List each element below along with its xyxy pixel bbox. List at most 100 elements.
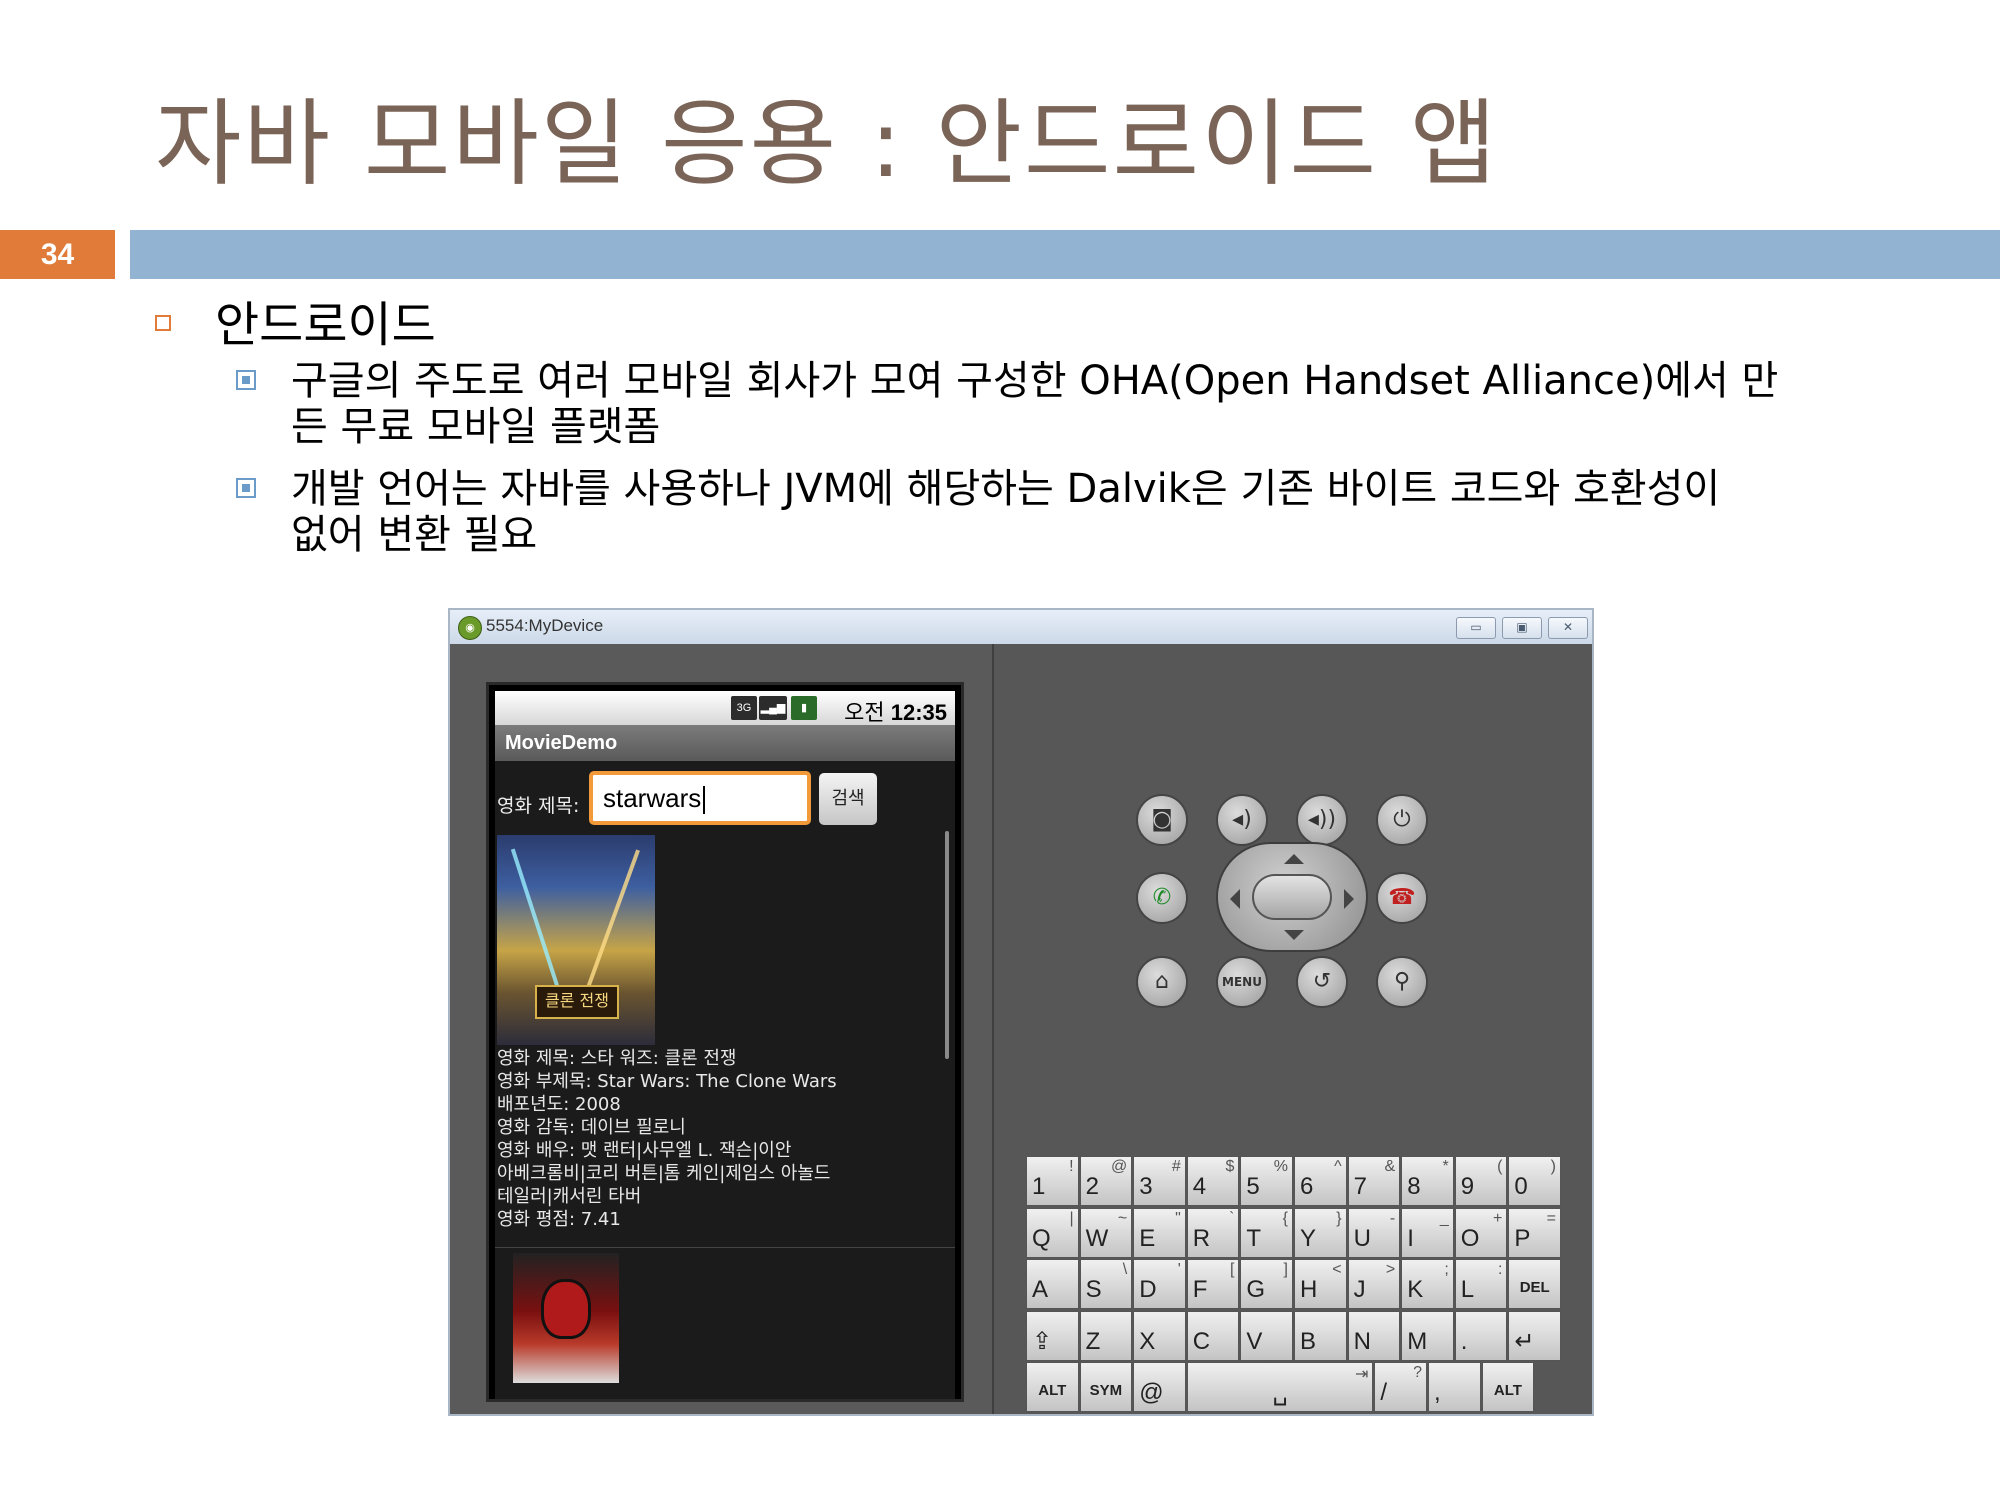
key-sublabel: { — [1282, 1209, 1288, 1227]
search-icon[interactable]: ⚲ — [1376, 956, 1428, 1008]
key-row3-9[interactable]: DEL — [1508, 1259, 1561, 1309]
key-row2-4[interactable]: T{ — [1240, 1207, 1293, 1258]
back-icon[interactable]: ↺ — [1296, 956, 1348, 1008]
end-call-icon[interactable]: ☎ — [1376, 872, 1428, 924]
key-row1-1[interactable]: 2 @ — [1079, 1156, 1133, 1206]
key-sublabel: [ — [1229, 1261, 1235, 1278]
key-row2-7[interactable]: I _ — [1401, 1207, 1454, 1258]
key-label: Q — [1032, 1224, 1051, 1252]
key-label: 3 — [1139, 1173, 1153, 1200]
slide-number: 34 — [0, 230, 115, 279]
title-divider-bar — [130, 230, 2000, 279]
key-row1-0[interactable]: 1! — [1026, 1156, 1079, 1206]
key-row3-8[interactable]: L: — [1454, 1259, 1508, 1309]
key-sublabel: ; — [1444, 1261, 1449, 1278]
key-row1-4[interactable]: 5% — [1240, 1156, 1293, 1206]
key-row3-6[interactable]: J > — [1347, 1259, 1401, 1309]
key-row2-6[interactable]: U- — [1347, 1207, 1401, 1258]
key-row3-3[interactable]: F[ — [1186, 1259, 1240, 1309]
list-divider — [495, 1247, 955, 1248]
volume-down-icon[interactable]: ◂) — [1216, 794, 1268, 846]
device-screen-panel: 3G ▂▄▆ ▮ 오전 12:35 MovieDemo 영화 제목: starw… — [450, 644, 992, 1414]
key-row4-8[interactable]: . — [1454, 1310, 1508, 1361]
key-row2-8[interactable]: O + — [1454, 1207, 1508, 1258]
key-row1-6[interactable]: 7 & — [1347, 1156, 1401, 1206]
dpad-center-button[interactable] — [1252, 874, 1332, 920]
movie-info-line: 영화 감독: 데이브 필로니 — [497, 1117, 686, 1138]
key-row1-8[interactable]: 9( — [1454, 1156, 1508, 1206]
menu-button[interactable]: MENU — [1216, 956, 1268, 1008]
square-bullet-icon — [236, 370, 256, 390]
volume-up-icon[interactable]: ◂)) — [1296, 794, 1348, 846]
key-row4-0[interactable]: ⇪ — [1026, 1310, 1079, 1361]
key-label: F — [1192, 1276, 1208, 1303]
key-row3-5[interactable]: H < — [1294, 1259, 1347, 1309]
movie-poster-image[interactable]: 클론 전쟁 — [497, 835, 655, 1045]
key-row1-7[interactable]: 8 * — [1401, 1156, 1454, 1206]
key-row1-2[interactable]: 3 # — [1133, 1156, 1186, 1206]
key-row4-9[interactable]: ↵ — [1508, 1310, 1561, 1361]
key-row2-0[interactable]: Q | — [1026, 1207, 1079, 1258]
movie-poster-image[interactable] — [513, 1253, 619, 1383]
key-row2-2[interactable]: E " — [1133, 1207, 1186, 1258]
key-row2-3[interactable]: R ` — [1186, 1207, 1240, 1258]
key-label: I — [1407, 1224, 1414, 1252]
key-label: H — [1300, 1276, 1318, 1303]
key-label: 6 — [1300, 1173, 1314, 1200]
key-row5-4[interactable]: /? — [1374, 1362, 1427, 1412]
close-button[interactable]: ✕ — [1548, 617, 1588, 639]
key-sublabel: | — [1069, 1209, 1074, 1227]
home-icon[interactable]: ⌂ — [1136, 956, 1188, 1008]
key-row3-1[interactable]: S \ — [1079, 1259, 1133, 1309]
dpad[interactable] — [1216, 842, 1368, 952]
key-row3-2[interactable]: D ' — [1133, 1259, 1186, 1309]
camera-icon[interactable]: ◙ — [1136, 794, 1188, 846]
key-row1-3[interactable]: 4 $ — [1186, 1156, 1240, 1206]
key-row1-9[interactable]: 0) — [1508, 1156, 1561, 1206]
key-label: ALT — [1038, 1382, 1067, 1399]
key-row2-1[interactable]: W ~ — [1079, 1207, 1133, 1258]
minimize-button[interactable]: ▭ — [1456, 617, 1496, 639]
key-label: U — [1353, 1224, 1371, 1252]
key-row5-3[interactable]: ␣ ⇥ — [1186, 1362, 1374, 1412]
key-label: 4 — [1192, 1173, 1207, 1200]
key-row5-0[interactable]: ALT — [1026, 1362, 1079, 1412]
key-row3-7[interactable]: K; — [1401, 1259, 1454, 1309]
dpad-right-icon[interactable] — [1344, 889, 1354, 909]
call-icon[interactable]: ✆ — [1136, 872, 1188, 924]
maximize-button[interactable]: ▣ — [1502, 617, 1542, 639]
key-row4-7[interactable]: M — [1401, 1310, 1454, 1361]
dpad-left-icon[interactable] — [1230, 889, 1240, 909]
status-ampm: 오전 — [844, 700, 885, 725]
search-button[interactable]: 검색 — [819, 773, 877, 825]
key-row4-1[interactable]: Z — [1079, 1310, 1133, 1361]
key-label: O — [1460, 1224, 1480, 1252]
key-label: C — [1192, 1327, 1211, 1355]
list-scrollbar[interactable] — [945, 831, 949, 1059]
dpad-up-icon[interactable] — [1284, 854, 1304, 864]
key-sublabel: ? — [1413, 1364, 1422, 1381]
key-row3-4[interactable]: G] — [1240, 1259, 1293, 1309]
key-row1-5[interactable]: 6 ^ — [1294, 1156, 1347, 1206]
key-row5-1[interactable]: SYM — [1079, 1362, 1133, 1412]
dpad-down-icon[interactable] — [1284, 930, 1304, 940]
key-row4-3[interactable]: C — [1186, 1310, 1240, 1361]
key-row5-2[interactable]: @ — [1133, 1362, 1186, 1412]
key-label: 1 — [1032, 1173, 1046, 1200]
key-row4-5[interactable]: B — [1294, 1310, 1347, 1361]
window-titlebar[interactable]: ◉ 5554:MyDevice ▭ ▣ ✕ — [450, 610, 1592, 645]
square-bullet-icon — [236, 478, 256, 498]
movie-title-input[interactable]: starwars — [589, 771, 811, 825]
device-controls-panel: ◙ ◂) ◂)) ⏻ ✆ ☎ ⌂ MENU ↺ ⚲ 1! 2 @3 #4 $5% 6 ^ 7 &… — [992, 644, 1592, 1414]
key-row2-5[interactable]: Y} — [1294, 1207, 1347, 1258]
key-row4-2[interactable]: X — [1133, 1310, 1186, 1361]
key-row5-6[interactable]: ALT — [1481, 1362, 1535, 1412]
key-row4-6[interactable]: N — [1347, 1310, 1401, 1361]
key-label: E — [1139, 1224, 1156, 1252]
key-label: ␣ — [1272, 1379, 1288, 1406]
key-row4-4[interactable]: V — [1240, 1310, 1293, 1361]
power-icon[interactable]: ⏻ — [1376, 794, 1428, 846]
key-row5-5[interactable]: , — [1428, 1362, 1481, 1412]
key-row2-9[interactable]: P = — [1508, 1207, 1561, 1258]
key-row3-0[interactable]: A — [1026, 1259, 1079, 1309]
